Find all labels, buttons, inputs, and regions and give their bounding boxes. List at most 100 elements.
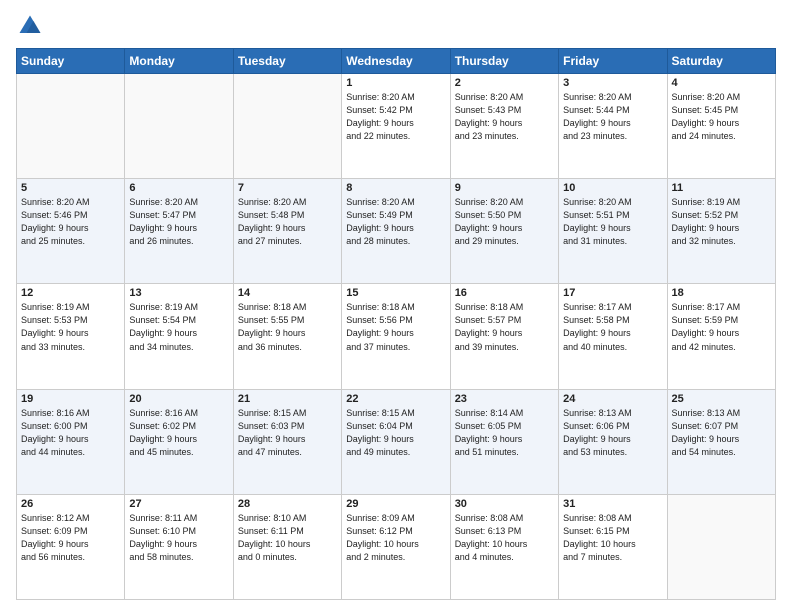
day-number: 29 — [346, 498, 445, 510]
day-number: 7 — [238, 182, 337, 194]
day-info: Sunrise: 8:09 AM Sunset: 6:12 PM Dayligh… — [346, 512, 445, 564]
day-number: 5 — [21, 182, 120, 194]
calendar-week-row: 19 Sunrise: 8:16 AM Sunset: 6:00 PM Dayli… — [17, 389, 776, 494]
day-info: Sunrise: 8:08 AM Sunset: 6:13 PM Dayligh… — [455, 512, 554, 564]
day-info: Sunrise: 8:18 AM Sunset: 5:55 PM Dayligh… — [238, 301, 337, 353]
calendar-cell: 5 Sunrise: 8:20 AM Sunset: 5:46 PM Daylig… — [17, 179, 125, 284]
calendar-cell: 26 Sunrise: 8:12 AM Sunset: 6:09 PM Dayli… — [17, 494, 125, 599]
day-number: 8 — [346, 182, 445, 194]
day-info: Sunrise: 8:16 AM Sunset: 6:00 PM Dayligh… — [21, 407, 120, 459]
day-info: Sunrise: 8:19 AM Sunset: 5:53 PM Dayligh… — [21, 301, 120, 353]
calendar-cell: 1Sunrise: 8:20 AM Sunset: 5:42 PM Daylig… — [342, 74, 450, 179]
calendar-week-row: 1Sunrise: 8:20 AM Sunset: 5:42 PM Daylig… — [17, 74, 776, 179]
day-info: Sunrise: 8:20 AM Sunset: 5:50 PM Dayligh… — [455, 196, 554, 248]
calendar-cell: 21Sunrise: 8:15 AM Sunset: 6:03 PM Dayli… — [233, 389, 341, 494]
calendar-week-row: 26 Sunrise: 8:12 AM Sunset: 6:09 PM Dayli… — [17, 494, 776, 599]
calendar-cell: 2Sunrise: 8:20 AM Sunset: 5:43 PM Daylig… — [450, 74, 558, 179]
day-info: Sunrise: 8:16 AM Sunset: 6:02 PM Dayligh… — [129, 407, 228, 459]
calendar-cell: 20Sunrise: 8:16 AM Sunset: 6:02 PM Dayli… — [125, 389, 233, 494]
day-info: Sunrise: 8:12 AM Sunset: 6:09 PM Dayligh… — [21, 512, 120, 564]
day-info: Sunrise: 8:14 AM Sunset: 6:05 PM Dayligh… — [455, 407, 554, 459]
day-info: Sunrise: 8:10 AM Sunset: 6:11 PM Dayligh… — [238, 512, 337, 564]
day-info: Sunrise: 8:19 AM Sunset: 5:52 PM Dayligh… — [672, 196, 771, 248]
day-info: Sunrise: 8:15 AM Sunset: 6:04 PM Dayligh… — [346, 407, 445, 459]
calendar-cell: 29 Sunrise: 8:09 AM Sunset: 6:12 PM Dayli… — [342, 494, 450, 599]
calendar-week-row: 5 Sunrise: 8:20 AM Sunset: 5:46 PM Daylig… — [17, 179, 776, 284]
day-number: 26 — [21, 498, 120, 510]
day-header-sunday: Sunday — [17, 49, 125, 74]
calendar-cell: 24 Sunrise: 8:13 AM Sunset: 6:06 PM Dayli… — [559, 389, 667, 494]
day-number: 30 — [455, 498, 554, 510]
calendar-cell: 12 Sunrise: 8:19 AM Sunset: 5:53 PM Dayli… — [17, 284, 125, 389]
day-info: Sunrise: 8:20 AM Sunset: 5:48 PM Dayligh… — [238, 196, 337, 248]
day-number: 21 — [238, 393, 337, 405]
day-number: 10 — [563, 182, 662, 194]
day-number: 24 — [563, 393, 662, 405]
day-number: 31 — [563, 498, 662, 510]
day-number: 3 — [563, 77, 662, 89]
calendar-cell — [125, 74, 233, 179]
calendar-cell — [233, 74, 341, 179]
day-number: 16 — [455, 287, 554, 299]
day-header-tuesday: Tuesday — [233, 49, 341, 74]
calendar-table: SundayMondayTuesdayWednesdayThursdayFrid… — [16, 48, 776, 600]
day-number: 11 — [672, 182, 771, 194]
day-number: 18 — [672, 287, 771, 299]
calendar-cell: 22Sunrise: 8:15 AM Sunset: 6:04 PM Dayli… — [342, 389, 450, 494]
calendar-cell: 6 Sunrise: 8:20 AM Sunset: 5:47 PM Daylig… — [125, 179, 233, 284]
day-info: Sunrise: 8:17 AM Sunset: 5:59 PM Dayligh… — [672, 301, 771, 353]
calendar-cell: 11 Sunrise: 8:19 AM Sunset: 5:52 PM Dayli… — [667, 179, 775, 284]
day-header-thursday: Thursday — [450, 49, 558, 74]
logo — [16, 12, 48, 40]
calendar-cell: 28 Sunrise: 8:10 AM Sunset: 6:11 PM Dayli… — [233, 494, 341, 599]
calendar-cell: 3 Sunrise: 8:20 AM Sunset: 5:44 PM Daylig… — [559, 74, 667, 179]
page: SundayMondayTuesdayWednesdayThursdayFrid… — [0, 0, 792, 612]
calendar-cell — [17, 74, 125, 179]
day-info: Sunrise: 8:20 AM Sunset: 5:42 PM Dayligh… — [346, 91, 445, 143]
calendar-cell: 13 Sunrise: 8:19 AM Sunset: 5:54 PM Dayli… — [125, 284, 233, 389]
day-number: 2 — [455, 77, 554, 89]
calendar-cell: 23 Sunrise: 8:14 AM Sunset: 6:05 PM Dayli… — [450, 389, 558, 494]
day-info: Sunrise: 8:20 AM Sunset: 5:51 PM Dayligh… — [563, 196, 662, 248]
day-number: 25 — [672, 393, 771, 405]
day-header-monday: Monday — [125, 49, 233, 74]
day-header-saturday: Saturday — [667, 49, 775, 74]
day-info: Sunrise: 8:11 AM Sunset: 6:10 PM Dayligh… — [129, 512, 228, 564]
header — [16, 12, 776, 40]
calendar-cell: 4Sunrise: 8:20 AM Sunset: 5:45 PM Daylig… — [667, 74, 775, 179]
day-number: 6 — [129, 182, 228, 194]
day-number: 27 — [129, 498, 228, 510]
day-number: 23 — [455, 393, 554, 405]
calendar-cell: 31 Sunrise: 8:08 AM Sunset: 6:15 PM Dayli… — [559, 494, 667, 599]
day-info: Sunrise: 8:20 AM Sunset: 5:49 PM Dayligh… — [346, 196, 445, 248]
day-number: 12 — [21, 287, 120, 299]
day-number: 19 — [21, 393, 120, 405]
day-number: 28 — [238, 498, 337, 510]
day-info: Sunrise: 8:18 AM Sunset: 5:57 PM Dayligh… — [455, 301, 554, 353]
day-number: 15 — [346, 287, 445, 299]
calendar-cell: 9 Sunrise: 8:20 AM Sunset: 5:50 PM Daylig… — [450, 179, 558, 284]
day-number: 9 — [455, 182, 554, 194]
day-info: Sunrise: 8:20 AM Sunset: 5:47 PM Dayligh… — [129, 196, 228, 248]
day-info: Sunrise: 8:17 AM Sunset: 5:58 PM Dayligh… — [563, 301, 662, 353]
day-info: Sunrise: 8:19 AM Sunset: 5:54 PM Dayligh… — [129, 301, 228, 353]
calendar-cell: 15 Sunrise: 8:18 AM Sunset: 5:56 PM Dayli… — [342, 284, 450, 389]
day-info: Sunrise: 8:20 AM Sunset: 5:45 PM Dayligh… — [672, 91, 771, 143]
logo-icon — [16, 12, 44, 40]
day-info: Sunrise: 8:20 AM Sunset: 5:44 PM Dayligh… — [563, 91, 662, 143]
day-info: Sunrise: 8:13 AM Sunset: 6:06 PM Dayligh… — [563, 407, 662, 459]
day-number: 13 — [129, 287, 228, 299]
calendar-cell: 17 Sunrise: 8:17 AM Sunset: 5:58 PM Dayli… — [559, 284, 667, 389]
day-number: 17 — [563, 287, 662, 299]
calendar-cell: 8 Sunrise: 8:20 AM Sunset: 5:49 PM Daylig… — [342, 179, 450, 284]
day-info: Sunrise: 8:18 AM Sunset: 5:56 PM Dayligh… — [346, 301, 445, 353]
day-number: 14 — [238, 287, 337, 299]
calendar-cell: 16 Sunrise: 8:18 AM Sunset: 5:57 PM Dayli… — [450, 284, 558, 389]
calendar-cell: 18 Sunrise: 8:17 AM Sunset: 5:59 PM Dayli… — [667, 284, 775, 389]
calendar-cell: 27 Sunrise: 8:11 AM Sunset: 6:10 PM Dayli… — [125, 494, 233, 599]
day-info: Sunrise: 8:08 AM Sunset: 6:15 PM Dayligh… — [563, 512, 662, 564]
calendar-week-row: 12 Sunrise: 8:19 AM Sunset: 5:53 PM Dayli… — [17, 284, 776, 389]
calendar-header-row: SundayMondayTuesdayWednesdayThursdayFrid… — [17, 49, 776, 74]
calendar-cell: 14 Sunrise: 8:18 AM Sunset: 5:55 PM Dayli… — [233, 284, 341, 389]
day-info: Sunrise: 8:20 AM Sunset: 5:46 PM Dayligh… — [21, 196, 120, 248]
